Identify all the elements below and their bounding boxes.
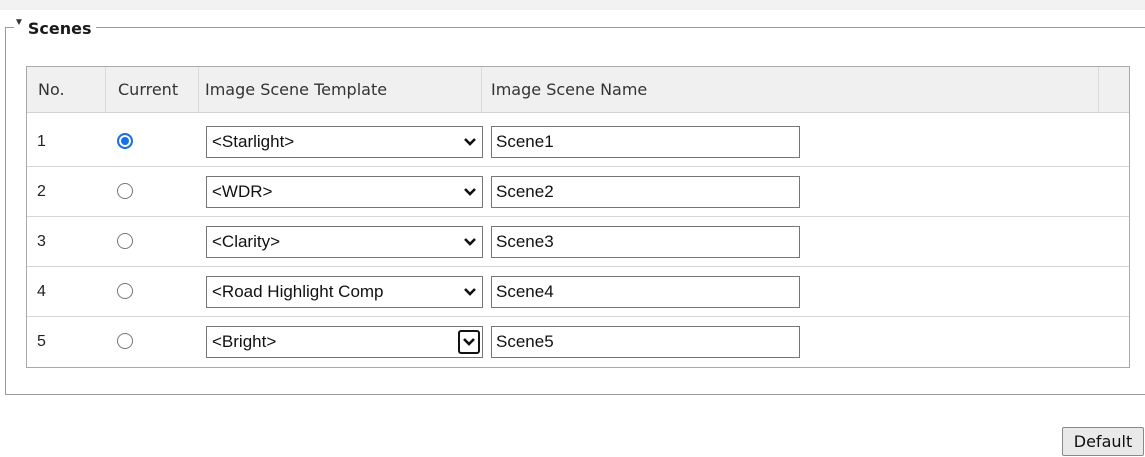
row-number: 4: [37, 283, 46, 300]
table-row: 2 <WDR>: [27, 167, 1129, 217]
template-select[interactable]: <Clarity>: [206, 226, 483, 258]
scene-name-input[interactable]: [491, 326, 800, 358]
column-header-template: Image Scene Template: [199, 67, 482, 112]
current-radio[interactable]: [117, 183, 133, 199]
table-row: 4 <Road Highlight Comp: [27, 267, 1129, 317]
current-radio[interactable]: [117, 233, 133, 249]
table-row: 1 <Starlight>: [27, 117, 1129, 167]
chevron-down-icon[interactable]: [458, 177, 482, 207]
scenes-legend[interactable]: ▼ Scenes: [14, 18, 96, 38]
template-select[interactable]: <Road Highlight Comp: [206, 276, 483, 308]
table-row: 5 <Bright>: [27, 317, 1129, 367]
current-radio[interactable]: [117, 283, 133, 299]
row-number: 2: [37, 183, 46, 200]
chevron-down-icon[interactable]: [458, 330, 480, 354]
template-value: <Road Highlight Comp: [212, 282, 384, 301]
scene-name-input[interactable]: [491, 226, 800, 258]
template-value: <Starlight>: [212, 132, 295, 151]
table-header: No. Current Image Scene Template Image S…: [27, 67, 1129, 113]
column-header-name: Image Scene Name: [482, 67, 1099, 112]
template-value: <Clarity>: [212, 232, 281, 251]
chevron-down-icon[interactable]: [458, 127, 482, 157]
scene-name-input[interactable]: [491, 176, 800, 208]
top-strip: [0, 0, 1145, 10]
row-number: 5: [37, 333, 46, 350]
template-select[interactable]: <Bright>: [206, 326, 483, 358]
row-number: 1: [37, 133, 46, 150]
chevron-down-icon[interactable]: [458, 277, 482, 307]
template-select[interactable]: <WDR>: [206, 176, 483, 208]
scenes-table: No. Current Image Scene Template Image S…: [26, 66, 1130, 368]
scene-name-input[interactable]: [491, 126, 800, 158]
row-number: 3: [37, 233, 46, 250]
default-button[interactable]: Default: [1062, 427, 1144, 456]
column-header-no: No.: [27, 67, 106, 112]
scene-name-input[interactable]: [491, 276, 800, 308]
template-select[interactable]: <Starlight>: [206, 126, 483, 158]
table-row: 3 <Clarity>: [27, 217, 1129, 267]
chevron-down-icon[interactable]: [458, 227, 482, 257]
current-radio[interactable]: [117, 133, 133, 149]
template-value: <WDR>: [212, 182, 273, 201]
column-header-current: Current: [106, 67, 199, 112]
caret-down-icon[interactable]: ▼: [14, 18, 24, 28]
template-value: <Bright>: [212, 332, 277, 351]
current-radio[interactable]: [117, 333, 133, 349]
section-title: Scenes: [27, 18, 92, 38]
